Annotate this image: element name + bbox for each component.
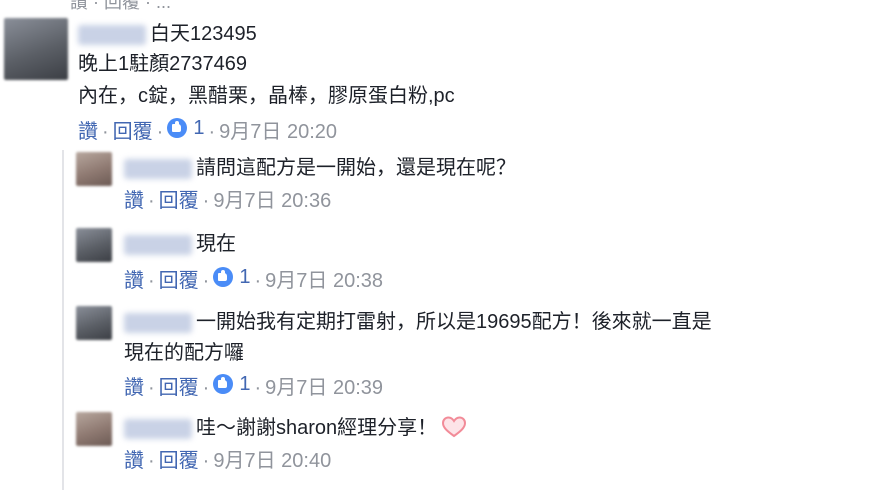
heart-emoji-icon	[442, 416, 467, 438]
like-button[interactable]: 讚	[124, 377, 144, 399]
like-reaction-icon	[213, 374, 234, 394]
reply-text: 現在	[196, 233, 236, 255]
reply-button[interactable]: 回覆	[113, 121, 153, 143]
reply-text: 請問這配方是一開始，還是現在呢？	[196, 157, 516, 179]
author-name[interactable]	[124, 234, 192, 255]
comment-actions: 讚 · 回覆 · 1 · 9月7日 20:20	[78, 115, 337, 143]
comment-text: 白天123495	[150, 23, 257, 45]
like-button[interactable]: 讚	[124, 190, 144, 212]
author-name[interactable]	[124, 158, 192, 179]
reply-button[interactable]: 回覆	[159, 190, 199, 212]
like-button[interactable]: 讚	[124, 270, 144, 292]
timestamp[interactable]: 9月7日 20:36	[213, 190, 331, 212]
reply-text-line: 請問這配方是一開始，還是現在呢？	[124, 154, 516, 182]
avatar[interactable]	[76, 306, 112, 340]
reaction-count[interactable]: 1	[213, 371, 250, 397]
avatar[interactable]	[76, 228, 112, 262]
avatar[interactable]	[4, 18, 68, 80]
comment-text: 晚上1駐顏2737469	[78, 53, 247, 75]
timestamp[interactable]: 9月7日 20:20	[219, 121, 337, 143]
reply-text: 哇～謝謝sharon經理分享！	[196, 417, 438, 439]
timestamp[interactable]: 9月7日 20:39	[265, 377, 383, 399]
like-reaction-icon	[213, 267, 234, 287]
reply-button[interactable]: 回覆	[159, 270, 199, 292]
comment-text: 內在，c錠，黑醋栗，晶棒，膠原蛋白粉,pc	[78, 85, 455, 107]
like-button[interactable]: 讚	[78, 121, 98, 143]
author-name[interactable]	[124, 418, 192, 439]
reply-text-line: 哇～謝謝sharon經理分享！	[124, 414, 467, 442]
reply-text-line: 一開始我有定期打雷射，所以是19695配方！後來就一直是	[124, 308, 712, 336]
reaction-count[interactable]: 1	[213, 264, 250, 290]
reply-actions: 讚 · 回覆 · 1 · 9月7日 20:39	[124, 371, 383, 399]
reply-button[interactable]: 回覆	[159, 450, 199, 472]
reply-text-line: 現在	[124, 230, 236, 258]
timestamp[interactable]: 9月7日 20:38	[265, 270, 383, 292]
reply-text: 一開始我有定期打雷射，所以是19695配方！後來就一直是	[196, 311, 712, 333]
reply-actions: 讚 · 回覆 · 1 · 9月7日 20:38	[124, 264, 383, 292]
like-button[interactable]: 讚	[124, 450, 144, 472]
comment-first-line: 白天123495	[78, 20, 257, 48]
author-name[interactable]	[124, 312, 192, 333]
reaction-count[interactable]: 1	[167, 115, 204, 141]
reply-button[interactable]: 回覆	[159, 377, 199, 399]
timestamp[interactable]: 9月7日 20:40	[213, 450, 331, 472]
reply-thread-line	[62, 150, 64, 490]
avatar[interactable]	[76, 152, 112, 186]
reply-actions: 讚 · 回覆 · 9月7日 20:36	[124, 190, 332, 212]
like-reaction-icon	[167, 118, 188, 138]
author-name[interactable]	[78, 24, 146, 45]
reply-text: 現在的配方囉	[124, 342, 244, 364]
previous-comment-actions: 讚 · 回覆 · ...	[70, 0, 171, 12]
avatar[interactable]	[76, 412, 112, 446]
reply-actions: 讚 · 回覆 · 9月7日 20:40	[124, 450, 332, 472]
